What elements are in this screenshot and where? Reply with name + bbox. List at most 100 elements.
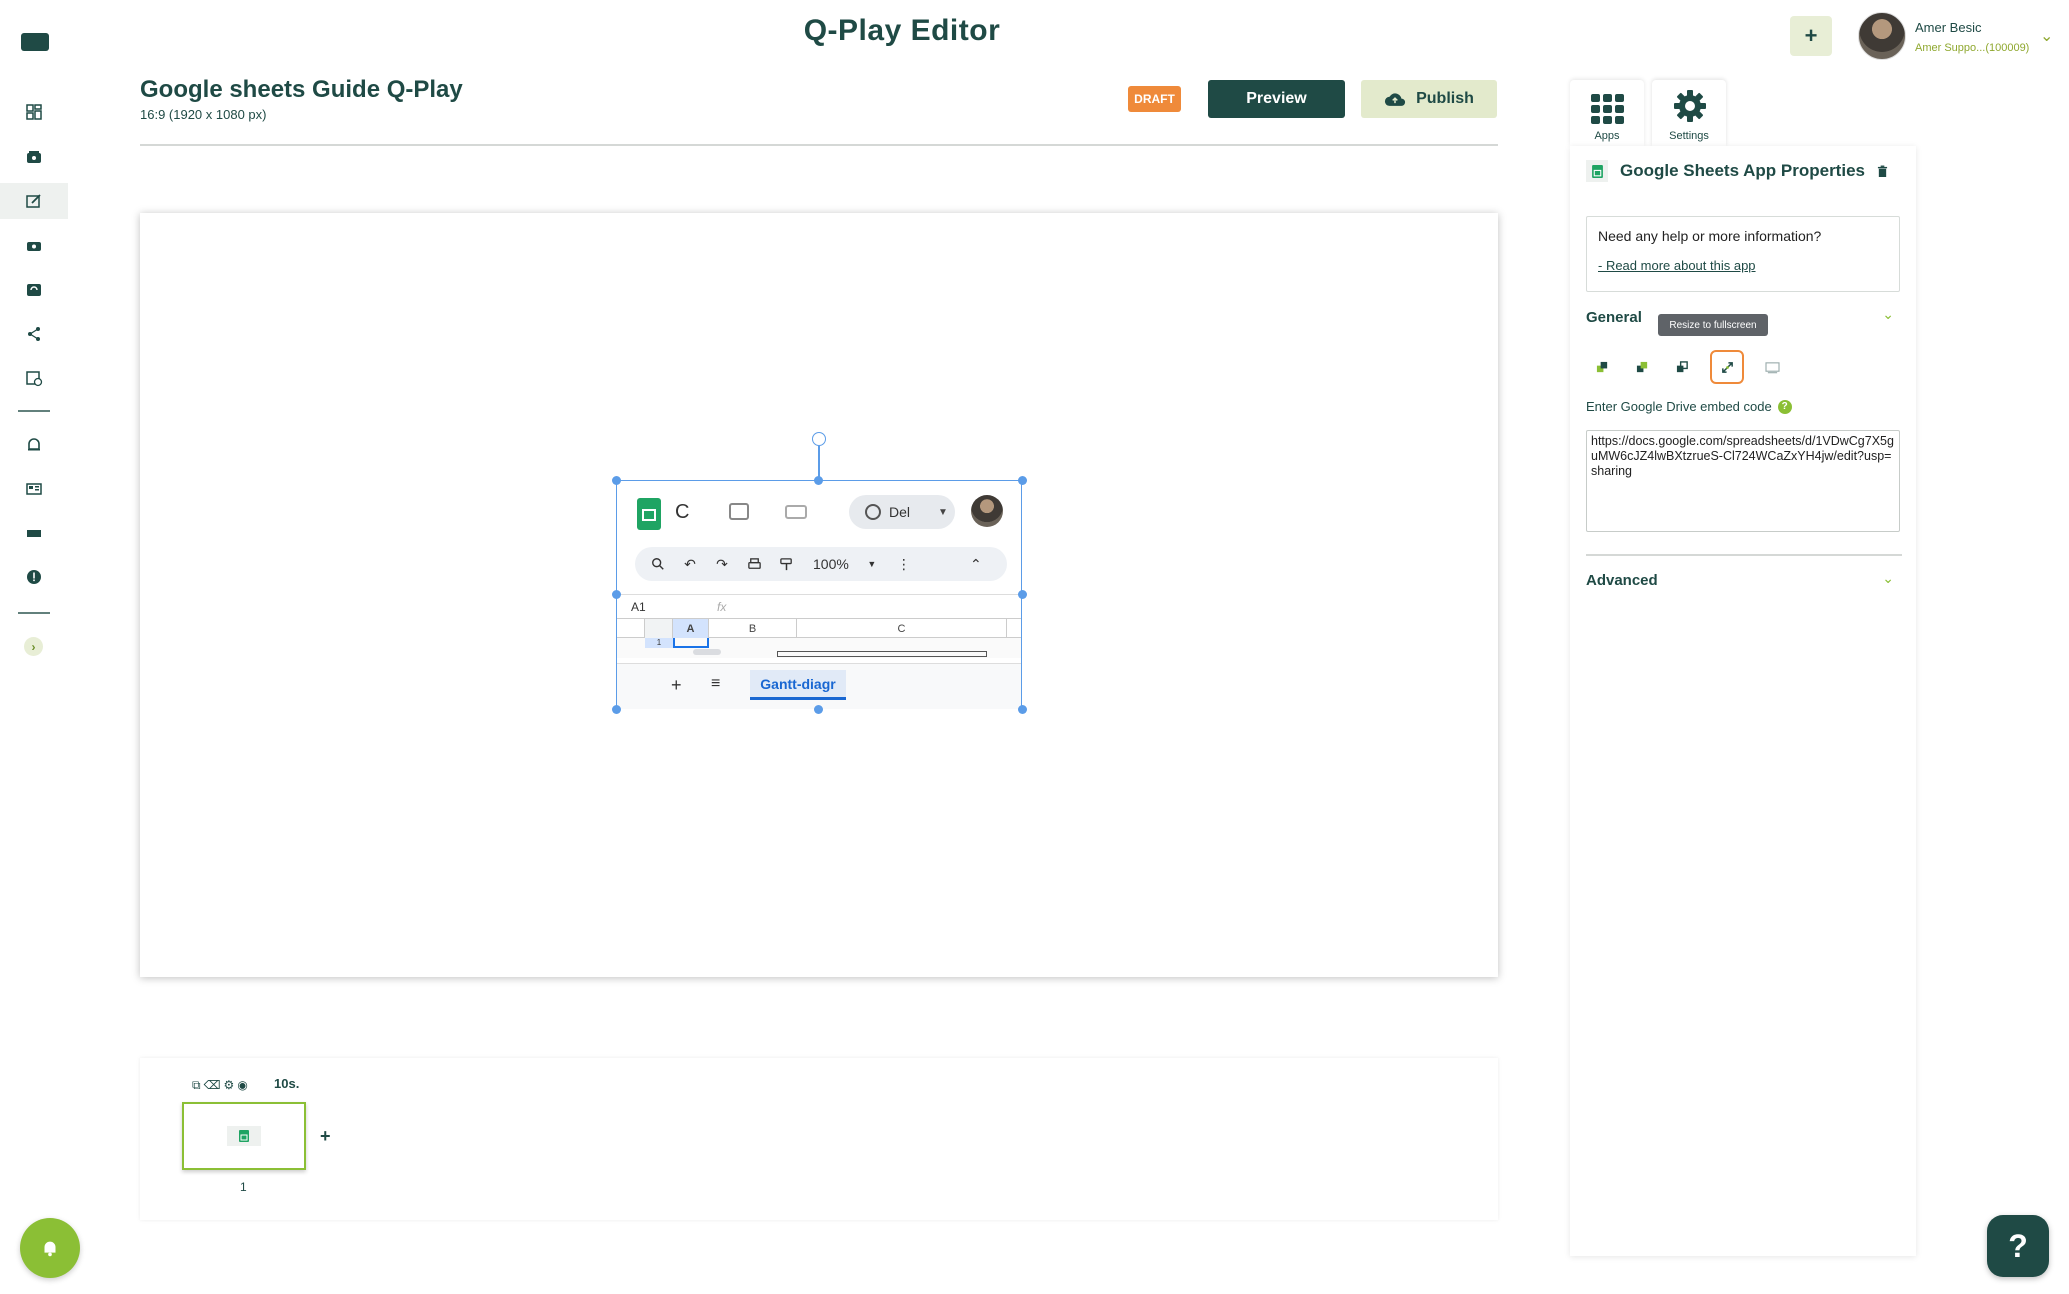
templates-icon[interactable] [0, 471, 68, 507]
table-row: 1 [617, 638, 1021, 658]
expand-sidebar-icon[interactable]: › [24, 637, 43, 656]
left-sidebar: › [0, 0, 68, 1294]
screen-size-icon[interactable] [1760, 355, 1784, 379]
comment-icon[interactable] [729, 503, 749, 520]
avatar[interactable] [1858, 12, 1906, 60]
bring-forward-icon[interactable] [1630, 355, 1654, 379]
rotate-handle[interactable] [812, 432, 826, 446]
add-slide-button[interactable]: + [320, 1126, 331, 1147]
schedule-icon[interactable] [0, 360, 68, 396]
duplicate-icon[interactable]: ⧉ [192, 1078, 201, 1093]
sheets-header: C Del ▼ [617, 481, 1021, 539]
resize-handle[interactable] [612, 705, 621, 714]
more-icon[interactable]: ⋮ [895, 555, 913, 573]
sheets-doc-title: C [675, 501, 690, 523]
panel-title: Google Sheets App Properties [1586, 160, 1888, 182]
google-sheets-icon [227, 1126, 261, 1146]
share-button[interactable]: Del ▼ [849, 495, 955, 529]
eye-icon[interactable]: ◉ [237, 1078, 247, 1093]
search-icon[interactable] [649, 555, 667, 573]
playlist-icon[interactable] [0, 272, 68, 308]
resize-fullscreen-icon[interactable] [1710, 350, 1744, 384]
media-icon[interactable] [0, 139, 68, 175]
video-call-icon[interactable] [785, 505, 807, 519]
help-button[interactable]: ? [1987, 1215, 2049, 1277]
active-cell[interactable] [673, 638, 709, 648]
column-header[interactable]: A [673, 619, 709, 638]
print-icon[interactable] [745, 555, 763, 573]
redo-icon[interactable]: ↷ [713, 555, 731, 573]
resolution-label: 16:9 (1920 x 1080 px) [140, 107, 267, 122]
dashboard-icon[interactable] [0, 94, 68, 130]
embed-code-field[interactable]: https://docs.google.com/spreadsheets/d/1… [1586, 430, 1900, 532]
cell-outline [777, 651, 987, 657]
google-sheets-icon [1586, 160, 1608, 182]
sidebar-divider [18, 612, 50, 614]
column-header[interactable]: B [709, 619, 797, 638]
resize-handle[interactable] [814, 476, 823, 485]
corner-cell[interactable] [617, 619, 645, 638]
tab-settings[interactable]: Settings [1652, 80, 1726, 146]
devices-icon[interactable] [0, 228, 68, 264]
fx-icon: fx [717, 599, 727, 614]
add-sheet-icon[interactable]: + [671, 675, 682, 696]
tab-apps-label: Apps [1594, 130, 1620, 142]
column-header[interactable]: C [797, 619, 1007, 638]
help-box: Need any help or more information? - Rea… [1586, 216, 1900, 292]
zoom-select[interactable]: 100% [813, 556, 849, 572]
slide-number: 1 [240, 1180, 247, 1194]
section-general[interactable]: General [1586, 309, 1642, 326]
chevron-down-icon[interactable]: ⌄ [2040, 26, 2053, 46]
send-backward-icon[interactable] [1670, 355, 1694, 379]
slide-duration[interactable]: 10s. [274, 1076, 299, 1091]
paint-format-icon[interactable] [777, 555, 795, 573]
read-more-link[interactable]: - Read more about this app [1598, 258, 1888, 273]
publish-button[interactable]: Publish [1361, 80, 1497, 118]
cell-reference[interactable]: A1 [617, 600, 717, 614]
resize-handle[interactable] [1018, 705, 1027, 714]
info-icon[interactable] [0, 559, 68, 595]
formula-bar: A1 fx [617, 594, 1021, 618]
resize-handle[interactable] [814, 705, 823, 714]
tab-gantt[interactable]: Gantt-diagr [750, 670, 846, 700]
gear-icon[interactable]: ⚙ [224, 1078, 235, 1093]
corner-cell[interactable] [645, 619, 673, 638]
globe-icon [865, 504, 881, 520]
bell-icon [44, 1241, 56, 1257]
sheets-toolbar: ↶ ↷ 100% ▼ ⋮ ⌃ [635, 547, 1007, 581]
slide-thumbnail[interactable] [182, 1102, 306, 1170]
notifications-button[interactable] [20, 1218, 80, 1278]
trash-icon[interactable] [1877, 165, 1888, 178]
avatar[interactable] [971, 495, 1003, 527]
resize-handle[interactable] [612, 590, 621, 599]
google-sheets-widget[interactable]: C Del ▼ ↶ ↷ 100% ▼ ⋮ ⌃ A1 fx A B C 1 + ≡… [616, 480, 1022, 709]
panel-title-text: Google Sheets App Properties [1620, 161, 1865, 180]
alerts-icon[interactable] [0, 427, 68, 463]
sheet-tabs-bar: + ≡ Gantt-diagr [617, 663, 1021, 709]
chevron-down-icon[interactable]: ⌄ [1882, 570, 1894, 587]
undo-icon[interactable]: ↶ [681, 555, 699, 573]
menu-icon[interactable]: ≡ [711, 675, 720, 693]
caret-down-icon[interactable]: ▼ [863, 555, 881, 573]
section-advanced[interactable]: Advanced [1586, 572, 1658, 589]
preview-button[interactable]: Preview [1208, 80, 1345, 118]
resize-handle[interactable] [1018, 590, 1027, 599]
resize-handle[interactable] [612, 476, 621, 485]
editor-icon[interactable] [0, 183, 68, 219]
tab-apps[interactable]: Apps [1570, 80, 1644, 146]
general-actions [1590, 350, 1784, 384]
publish-label: Publish [1416, 90, 1474, 107]
chevron-up-icon[interactable]: ⌃ [967, 555, 985, 573]
caret-down-icon: ▼ [938, 506, 948, 518]
screen-icon[interactable] [0, 515, 68, 551]
row-number[interactable]: 1 [645, 638, 673, 648]
resize-handle[interactable] [1018, 476, 1027, 485]
chevron-down-icon[interactable]: ⌄ [1882, 306, 1894, 323]
share-icon[interactable] [0, 316, 68, 352]
scrollbar[interactable] [693, 649, 721, 655]
status-badge: DRAFT [1128, 86, 1181, 112]
help-icon[interactable]: ? [1777, 399, 1792, 414]
bring-to-front-icon[interactable] [1590, 355, 1614, 379]
add-button[interactable]: + [1790, 16, 1832, 56]
eraser-icon[interactable]: ⌫ [204, 1078, 221, 1093]
